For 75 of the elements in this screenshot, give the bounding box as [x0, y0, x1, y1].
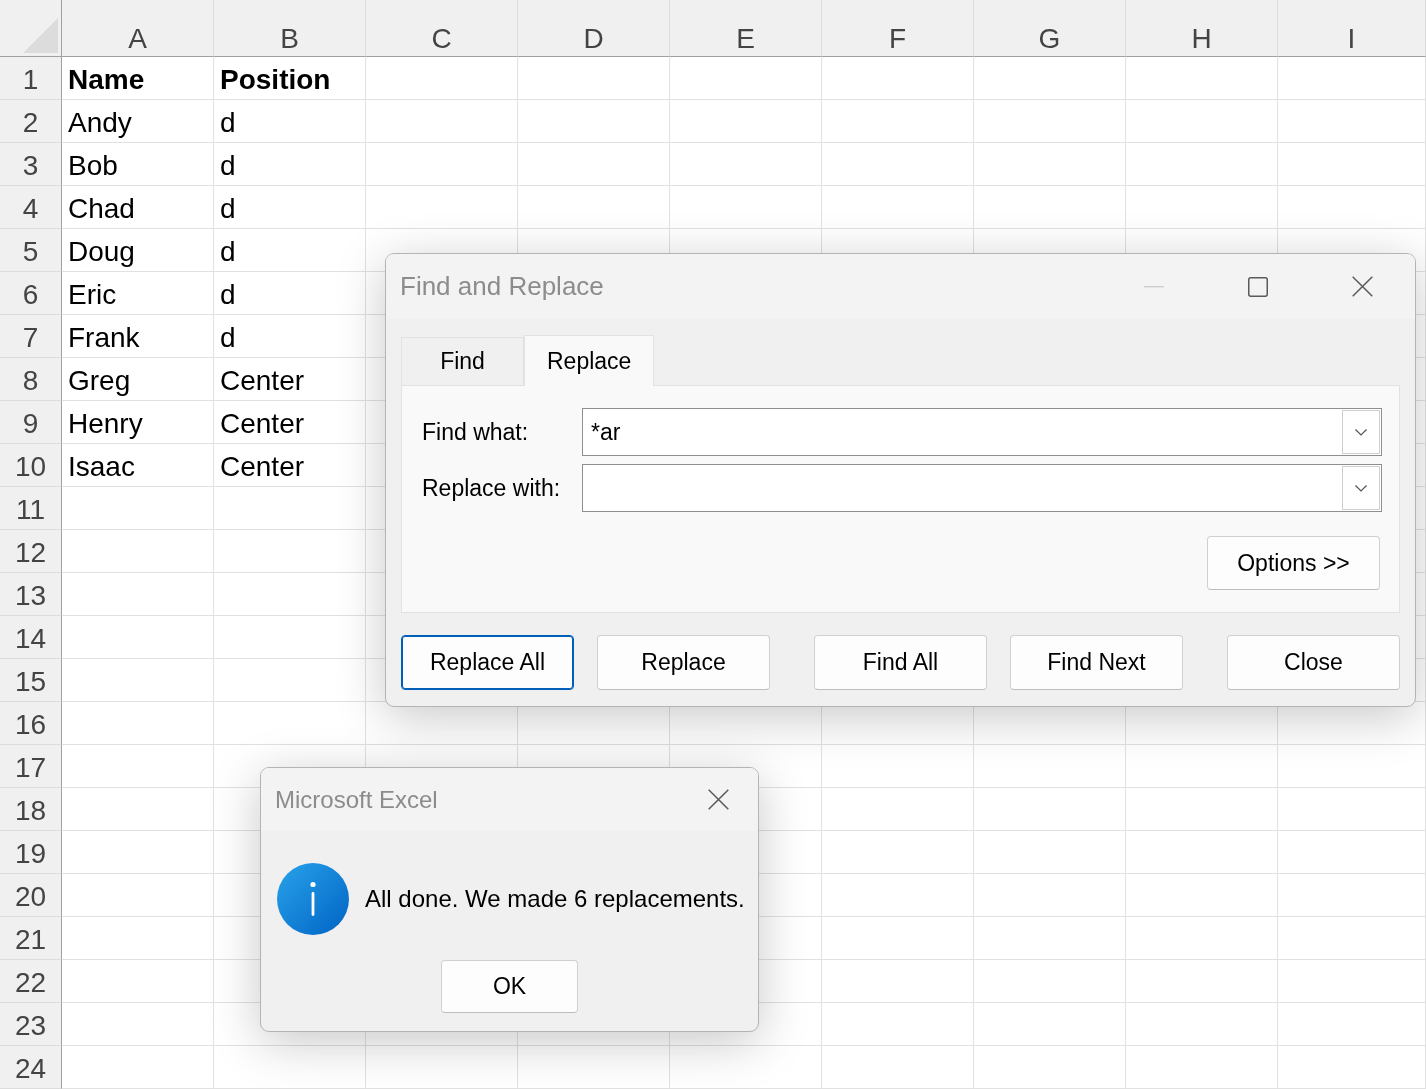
table-cell: Greg	[62, 358, 214, 401]
info-icon	[277, 863, 349, 935]
input-field[interactable]	[582, 464, 1382, 512]
column-header[interactable]: C	[366, 0, 518, 57]
message-text: All done. We made 6 replacements.	[365, 884, 745, 914]
ok-button[interactable]: OK	[441, 960, 578, 1013]
table-cell: Frank	[62, 315, 214, 358]
table-cell: Eric	[62, 272, 214, 315]
maximize-icon[interactable]	[1248, 276, 1268, 297]
window-title: Find and Replace	[400, 270, 604, 303]
row-header[interactable]: 12	[0, 530, 62, 573]
row-header[interactable]: 2	[0, 100, 62, 143]
column-header[interactable]: A	[62, 0, 214, 57]
row-header[interactable]: 24	[0, 1046, 62, 1089]
row-header[interactable]: 9	[0, 401, 62, 444]
table-cell: d	[214, 229, 366, 272]
close-icon[interactable]	[1351, 276, 1373, 297]
table-cell: d	[214, 186, 366, 229]
row-header[interactable]: 16	[0, 702, 62, 745]
row-header[interactable]: 23	[0, 1003, 62, 1046]
row-header[interactable]: 1	[0, 57, 62, 100]
field-label: Replace with:	[422, 473, 562, 503]
row-header[interactable]: 14	[0, 616, 62, 659]
row-header[interactable]: 19	[0, 831, 62, 874]
table-cell: Center	[214, 444, 366, 487]
table-cell: Center	[214, 401, 366, 444]
options-button[interactable]: Options >>	[1207, 536, 1380, 590]
table-cell: Andy	[62, 100, 214, 143]
row-header[interactable]: 6	[0, 272, 62, 315]
window-title: Microsoft Excel	[275, 784, 438, 815]
dialog-button[interactable]: Close	[1227, 635, 1400, 690]
dialog-button[interactable]: Find Next	[1010, 635, 1183, 690]
table-cell: Doug	[62, 229, 214, 272]
column-header[interactable]: F	[822, 0, 974, 57]
column-header[interactable]: B	[214, 0, 366, 57]
table-cell: Name	[62, 57, 214, 100]
row-header[interactable]: 11	[0, 487, 62, 530]
row-header[interactable]: 7	[0, 315, 62, 358]
row-header[interactable]: 8	[0, 358, 62, 401]
table-cell: d	[214, 100, 366, 143]
row-header[interactable]: 3	[0, 143, 62, 186]
row-header[interactable]: 18	[0, 788, 62, 831]
row-header[interactable]: 10	[0, 444, 62, 487]
field-label: Find what:	[422, 417, 530, 447]
column-header[interactable]: E	[670, 0, 822, 57]
chevron-down-icon	[1355, 428, 1367, 436]
table-cell: Center	[214, 358, 366, 401]
row-header[interactable]: 20	[0, 874, 62, 917]
row-header[interactable]: 17	[0, 745, 62, 788]
row-header[interactable]: 4	[0, 186, 62, 229]
table-cell: Position	[214, 57, 366, 100]
dialog-button[interactable]: Replace All	[401, 635, 574, 690]
table-cell: d	[214, 272, 366, 315]
input-field[interactable]: *ar	[582, 408, 1382, 456]
table-cell: Isaac	[62, 444, 214, 487]
table-cell: d	[214, 315, 366, 358]
tab[interactable]: Find	[401, 337, 524, 385]
close-icon[interactable]	[707, 789, 729, 810]
dialog-button[interactable]: Find All	[814, 635, 987, 690]
column-header[interactable]: H	[1126, 0, 1278, 57]
table-cell: Henry	[62, 401, 214, 444]
row-header[interactable]: 22	[0, 960, 62, 1003]
chevron-down-icon	[1355, 484, 1367, 492]
column-header[interactable]: I	[1278, 0, 1426, 57]
dialog-button[interactable]: Replace	[597, 635, 770, 690]
table-cell: Bob	[62, 143, 214, 186]
row-header[interactable]: 21	[0, 917, 62, 960]
row-header[interactable]: 5	[0, 229, 62, 272]
row-header[interactable]: 13	[0, 573, 62, 616]
tab[interactable]: Replace	[524, 335, 655, 386]
column-header[interactable]: D	[518, 0, 670, 57]
column-header[interactable]: G	[974, 0, 1126, 57]
table-cell: d	[214, 143, 366, 186]
table-cell: Chad	[62, 186, 214, 229]
row-header[interactable]: 15	[0, 659, 62, 702]
